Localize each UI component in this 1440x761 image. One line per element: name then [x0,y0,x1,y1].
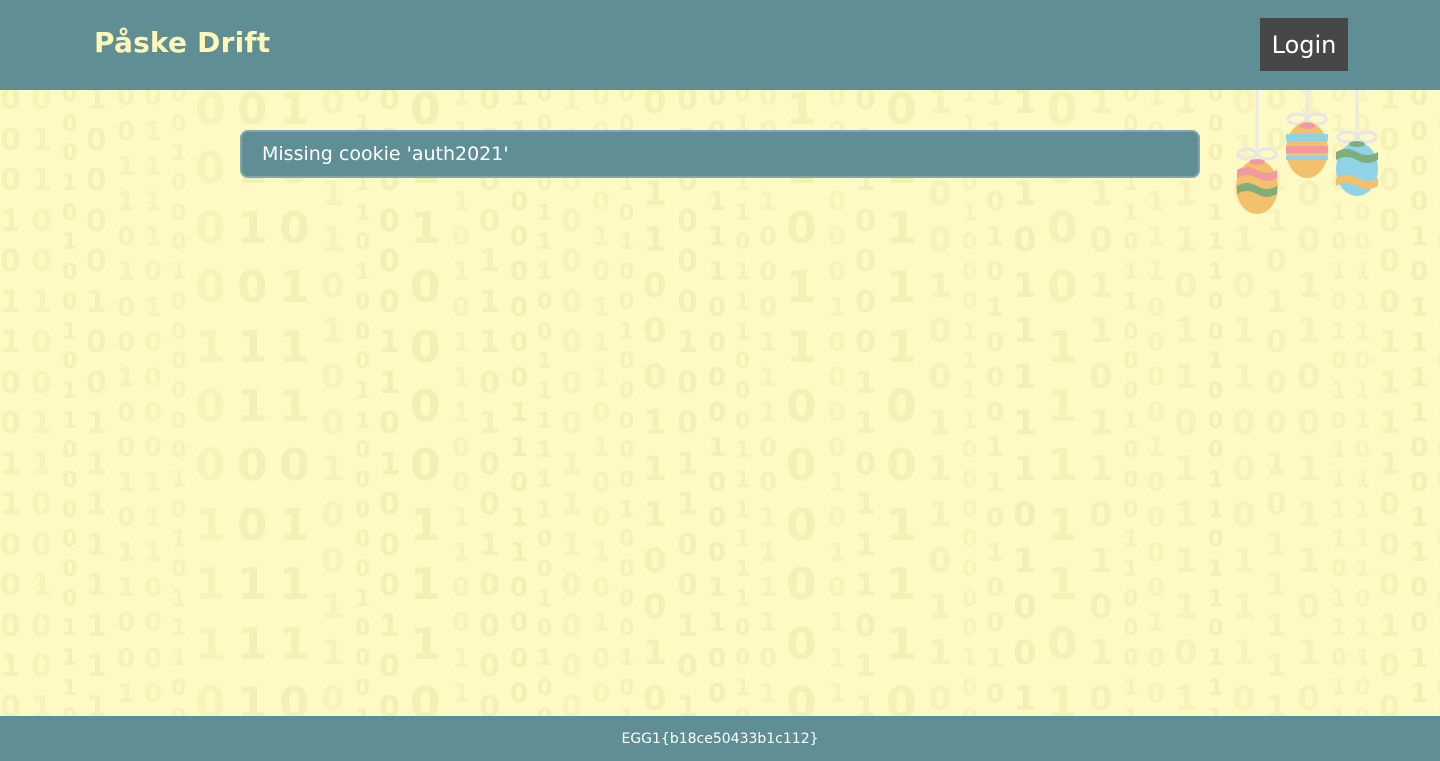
binary-digit-column: 0 0 1 1 0 1 0 0 1 0 0 0 0 0 1 0 0 0 0 1 … [619,90,635,716]
site-brand[interactable]: Påske Drift [94,26,270,59]
binary-digit-column: 0 1 1 0 0 1 0 0 1 1 0 0 1 0 0 1 0 [31,90,52,716]
binary-digit-column: 0 0 1 1 0 0 0 1 1 1 0 0 1 1 1 1 0 1 1 [759,90,778,716]
binary-digit-column: 0 0 0 0 1 1 1 0 0 1 0 0 0 1 1 0 1 1 0 1 … [1208,90,1224,716]
binary-digit-column: 0 1 0 0 0 0 1 0 0 1 1 0 0 1 0 1 1 [677,90,698,716]
binary-digit-column: 0 0 0 0 1 1 1 0 0 1 1 1 1 1 1 0 0 1 0 1 … [537,90,553,716]
binary-digit-column: 1 0 1 1 0 1 1 0 1 1 1 1 0 1 0 [1174,90,1198,716]
binary-digit-column: 0 1 0 1 1 0 1 0 0 0 1 1 0 0 0 0 0 1 0 0 … [355,90,371,716]
binary-digit-column: 1 1 0 1 1 0 0 0 0 0 0 0 [786,90,817,716]
binary-digit-column: 0 0 0 0 1 0 0 1 1 1 0 0 [195,90,226,716]
binary-digit-column: 0 0 0 1 1 1 0 0 0 0 1 0 0 0 1 1 0 0 0 [708,90,727,716]
login-button[interactable]: Login [1260,18,1348,71]
binary-digit-column: 1 1 0 0 0 0 0 0 0 1 1 1 0 0 0 0 0 [561,90,582,716]
binary-digit-column: 0 1 1 0 1 1 0 0 1 1 1 1 [237,90,268,716]
error-message: Missing cookie 'auth2021' [262,143,509,165]
binary-digit-column: 1 0 0 0 0 1 0 0 1 1 1 1 1 1 1 1 0 [86,90,107,716]
binary-digit-column: 0 1 1 0 0 0 0 1 1 1 0 0 [410,90,441,716]
error-alert: Missing cookie 'auth2021' [240,130,1200,178]
binary-digit-column: 1 1 1 0 0 0 0 0 0 1 1 0 1 1 0 0 0 0 0 [510,90,529,716]
binary-digit-column: 0 0 1 1 1 0 1 1 0 0 0 1 0 0 0 1 1 0 0 0 … [1123,90,1139,716]
binary-digit-column: 0 0 0 1 0 1 0 0 1 0 1 1 0 0 0 0 0 0 1 1 … [62,90,78,716]
binary-digit-column: 0 1 1 1 1 0 1 1 1 0 0 0 1 1 1 1 1 1 0 0 … [735,90,751,716]
binary-digit-column: 1 0 1 0 1 1 1 1 1 0 1 0 0 1 0 [1013,90,1037,716]
binary-digit-column: 0 0 1 0 0 0 1 0 0 0 0 0 0 1 0 1 0 1 1 1 … [171,90,187,716]
binary-digit-column: 1 1 0 0 1 0 0 0 1 1 1 1 0 0 0 0 0 0 0 1 … [962,90,978,716]
binary-digit-column: 0 0 1 1 0 1 0 0 1 0 0 1 1 0 0 [321,90,345,716]
binary-digit-column: 1 0 0 1 1 1 0 1 1 1 0 1 [279,90,310,716]
binary-digit-column: 0 0 1 1 0 1 0 0 1 0 0 1 0 1 1 0 0 1 1 [117,90,136,716]
binary-digit-column: 0 1 1 1 1 0 0 1 1 1 0 0 [886,90,917,716]
top-navbar: Påske Drift Login [0,0,1440,90]
binary-digit-column: 0 0 0 0 1 0 1 1 1 1 0 0 1 1 0 0 1 1 1 [1410,90,1429,716]
binary-digit-column: 0 0 0 0 1 1 1 1 1 0 1 1 [1047,90,1078,716]
footer-flag-text: EGG1{b18ce50433b1c112} [621,730,819,747]
binary-digit-column: 0 0 0 0 0 0 1 1 0 1 0 0 0 1 0 0 1 [379,90,400,716]
binary-digit-column: 0 0 0 0 0 0 1 0 0 0 0 1 0 1 0 1 1 1 0 [828,90,847,716]
binary-digit-column: 0 1 1 1 1 0 1 0 0 0 0 1 1 1 0 0 0 0 0 [144,90,163,716]
binary-digit-column: 0 1 1 1 0 0 0 1 1 1 0 0 1 0 1 [643,90,667,716]
footer: EGG1{b18ce50433b1c112} [0,716,1440,761]
binary-digit-column: 1 1 0 0 1 0 0 1 1 1 0 1 1 0 1 [928,90,952,716]
binary-digit-column: 1 1 0 0 1 0 1 0 0 0 1 1 0 1 0 0 1 0 1 [986,90,1005,716]
binary-background-pattern: 0 0 0 1 0 1 1 0 0 1 1 0 0 0 1 0 1 0 1 1 … [0,90,1440,716]
main-content: 0 0 0 1 0 1 1 0 0 1 1 0 0 0 1 0 1 0 1 1 … [0,90,1440,716]
hanging-easter-eggs-icon [1236,90,1378,214]
binary-digit-column: 1 0 0 1 1 1 0 0 0 0 1 0 0 0 0 1 0 0 0 [1147,90,1166,716]
binary-digit-column: 0 0 0 0 1 0 1 1 1 0 1 0 0 1 0 1 0 0 1 [592,90,611,716]
binary-digit-column: 0 1 1 0 0 0 0 1 1 0 1 1 1 0 1 1 1 [855,90,876,716]
binary-digit-column: 0 0 0 1 0 1 1 0 0 1 1 0 0 0 1 0 1 [0,90,21,716]
binary-digit-column: 1 0 1 0 1 1 0 1 1 0 1 0 1 0 0 [1089,90,1113,716]
binary-digit-column: 0 0 0 0 1 1 1 0 1 0 0 1 0 0 0 0 0 [479,90,500,716]
binary-digit-column: 1 1 1 1 0 1 0 1 1 1 0 0 1 1 0 0 1 1 1 [452,90,471,716]
